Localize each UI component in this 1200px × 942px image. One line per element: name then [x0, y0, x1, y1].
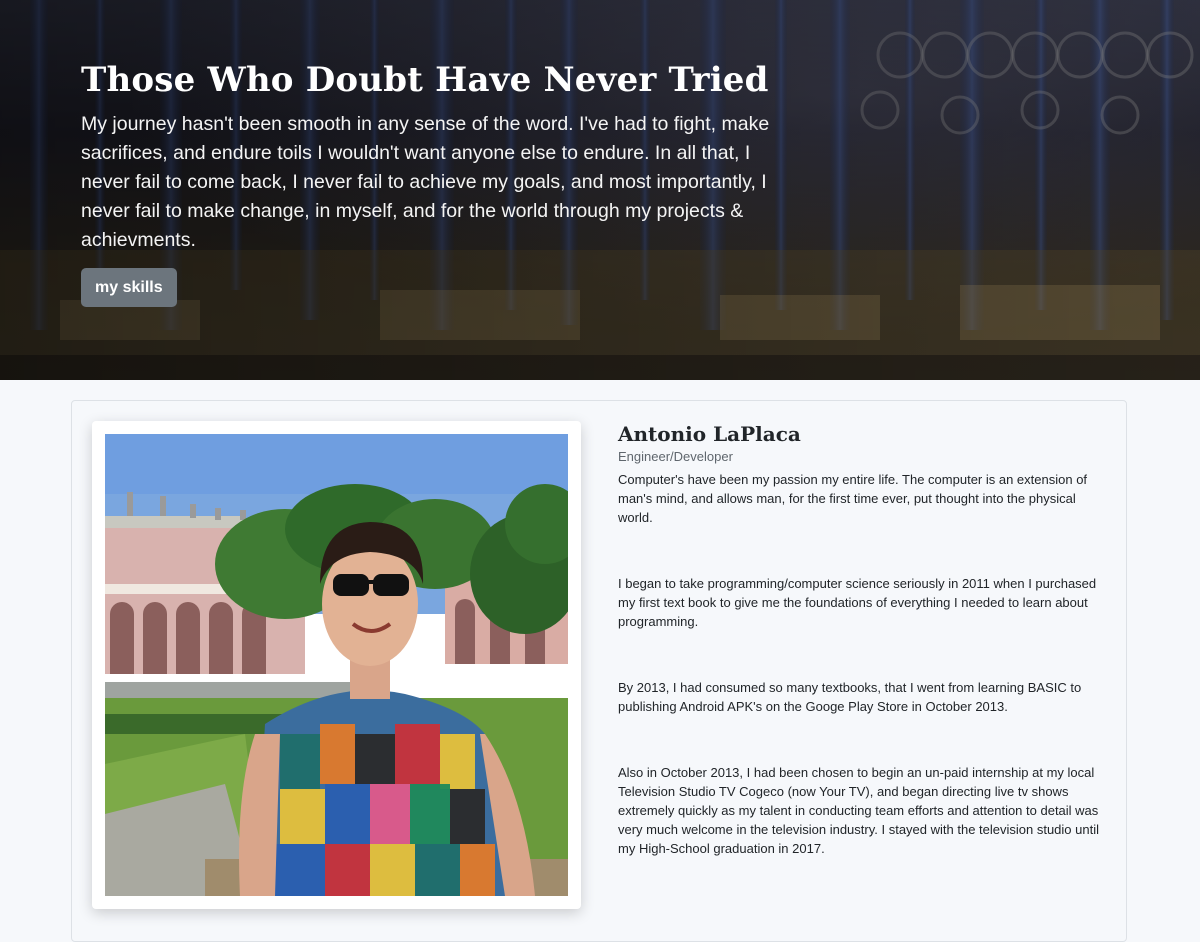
hero-description: My journey hasn't been smooth in any sen… [81, 113, 770, 251]
bio-paragraph: Computer's have been my passion my entir… [618, 472, 1088, 525]
profile-photo-frame [92, 421, 581, 909]
hero-title: Those Who Doubt Have Never Tried [81, 60, 769, 100]
profile-name: Antonio LaPlaca [618, 422, 801, 446]
profile-card: Antonio LaPlaca Engineer/Developer Compu… [71, 400, 1127, 942]
profile-bio: Antonio LaPlaca Engineer/Developer Compu… [618, 420, 1113, 905]
bio-paragraph: Also in October 2013, I had been chosen … [618, 765, 1099, 856]
my-skills-button[interactable]: my skills [81, 268, 177, 307]
bio-paragraph: I began to take programming/computer sci… [618, 576, 1097, 629]
bio-paragraph: By 2013, I had consumed so many textbook… [618, 680, 1082, 714]
hero-banner: Those Who Doubt Have Never Tried My jour… [0, 0, 1200, 380]
hero-content: Those Who Doubt Have Never Tried My jour… [81, 58, 781, 307]
profile-role: Engineer/Developer [618, 449, 733, 464]
profile-photo [105, 434, 568, 896]
